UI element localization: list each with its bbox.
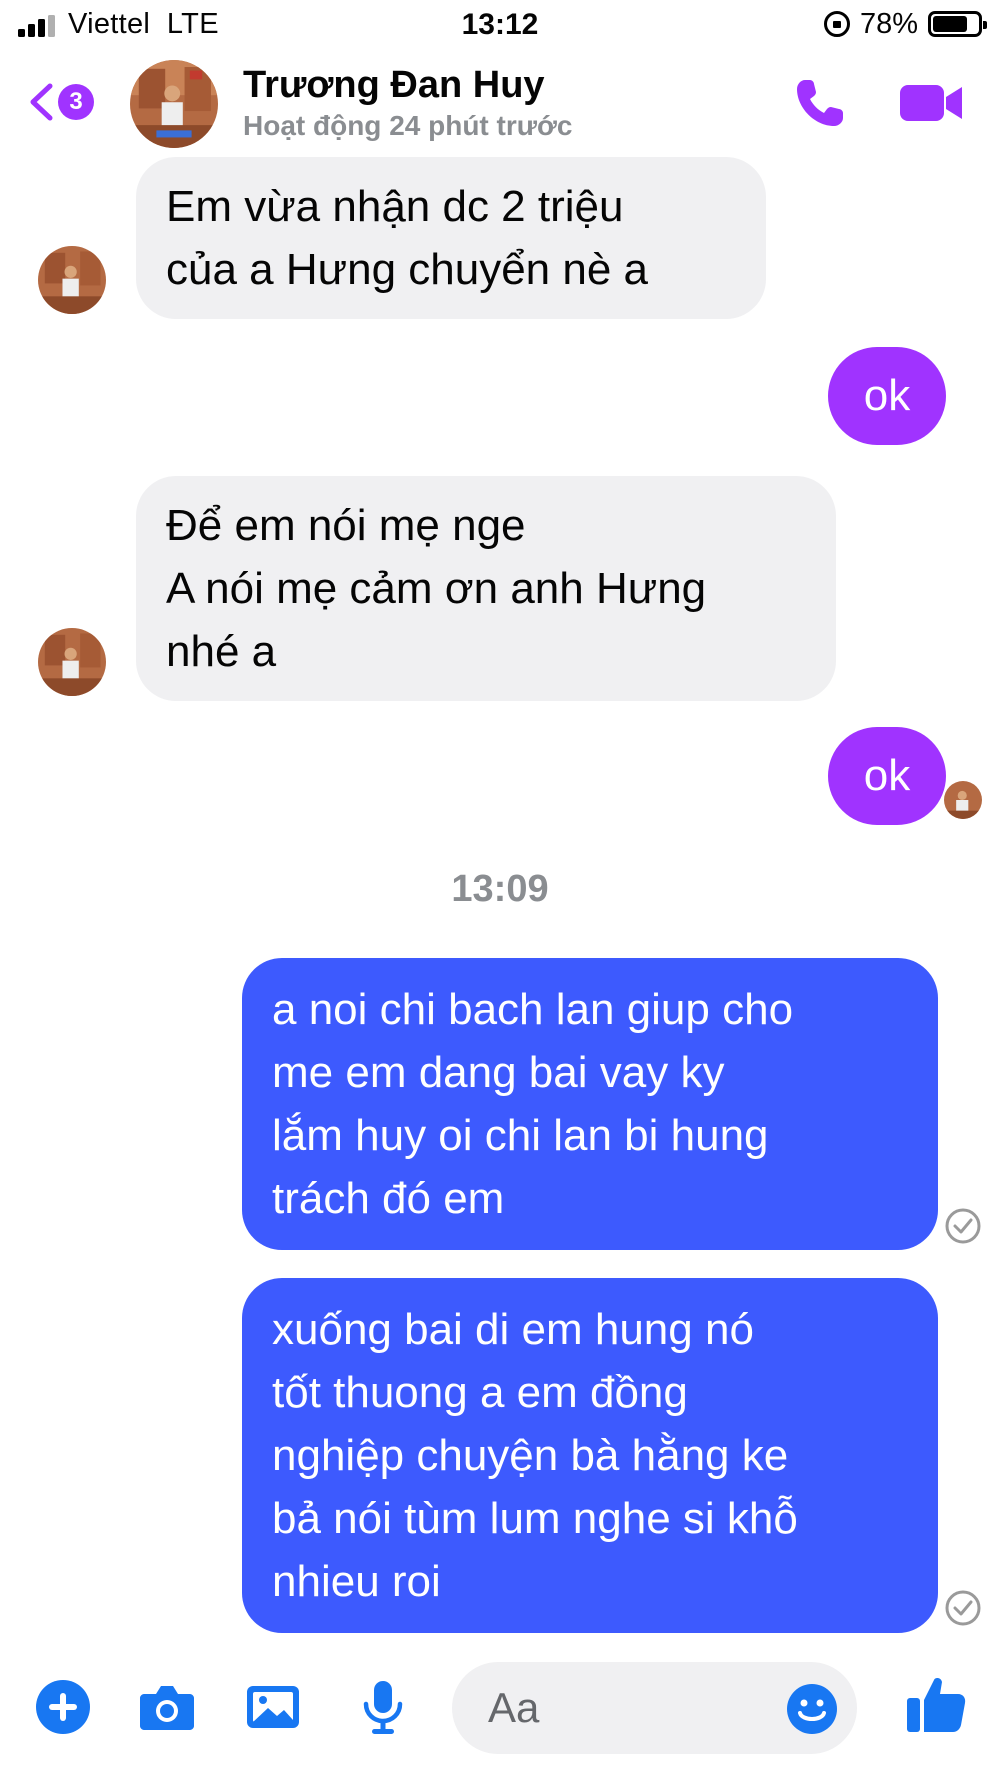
outgoing-message-bubble[interactable]: a noi chi bach lan giup cho me em dang b… bbox=[242, 958, 938, 1250]
unread-badge: 3 bbox=[58, 84, 94, 120]
outgoing-message-bubble[interactable]: xuống bai di em hung nó tốt thuong a em … bbox=[242, 1278, 938, 1633]
chevron-left-icon bbox=[30, 83, 53, 121]
camera-icon[interactable] bbox=[138, 1678, 196, 1736]
message-text: a noi chi bach lan giup cho me em dang b… bbox=[272, 985, 794, 1223]
thumbs-up-icon[interactable] bbox=[904, 1672, 968, 1736]
incoming-message-bubble[interactable]: Em vừa nhận dc 2 triệu của a Hưng chuyển… bbox=[136, 157, 766, 319]
sent-check-icon bbox=[945, 1208, 981, 1244]
sender-avatar[interactable] bbox=[38, 628, 106, 696]
video-camera-icon bbox=[900, 85, 962, 121]
avatar-photo bbox=[38, 628, 106, 696]
contact-name[interactable]: Trương Đan Huy bbox=[243, 64, 545, 107]
message-input[interactable]: Aa bbox=[452, 1662, 857, 1754]
incoming-message-bubble[interactable]: Để em nói mẹ nge A nói mẹ cảm ơn anh Hưn… bbox=[136, 476, 836, 701]
timestamp-separator: 13:09 bbox=[451, 868, 549, 910]
message-composer: Aa bbox=[0, 1650, 1000, 1760]
outgoing-message-bubble[interactable]: ok bbox=[828, 727, 946, 825]
avatar-photo bbox=[944, 781, 982, 819]
status-right-group: 78% bbox=[823, 7, 987, 41]
sender-avatar[interactable] bbox=[38, 246, 106, 314]
back-button[interactable]: 3 bbox=[28, 76, 108, 128]
outgoing-message-bubble[interactable]: ok bbox=[828, 347, 946, 445]
message-text: ok bbox=[863, 371, 911, 420]
contact-active-status: Hoạt động 24 phút trước bbox=[243, 110, 573, 141]
voice-call-button[interactable] bbox=[793, 76, 847, 130]
avatar-photo bbox=[38, 246, 106, 314]
seen-indicator-avatar bbox=[944, 781, 982, 819]
plus-icon[interactable] bbox=[34, 1678, 92, 1736]
sent-check-icon bbox=[945, 1590, 981, 1626]
avatar-photo bbox=[130, 60, 218, 148]
microphone-icon[interactable] bbox=[354, 1678, 412, 1736]
contact-avatar[interactable] bbox=[130, 60, 218, 148]
message-text: Em vừa nhận dc 2 triệu của a Hưng chuyển… bbox=[166, 182, 649, 294]
gallery-icon[interactable] bbox=[244, 1678, 302, 1736]
battery-percent: 78% bbox=[859, 7, 918, 40]
message-input-placeholder: Aa bbox=[488, 1684, 540, 1731]
chat-header: 3 Trương Đan Huy Hoạt động 24 phút trước bbox=[0, 52, 1000, 152]
message-text: xuống bai di em hung nó tốt thuong a em … bbox=[272, 1305, 798, 1606]
video-call-button[interactable] bbox=[898, 78, 964, 128]
status-bar: Viettel LTE 13:12 78% bbox=[0, 0, 1000, 52]
emoji-icon[interactable] bbox=[785, 1682, 839, 1736]
battery-icon bbox=[928, 11, 987, 37]
message-text: Để em nói mẹ nge A nói mẹ cảm ơn anh Hưn… bbox=[166, 501, 707, 676]
orientation-lock-icon bbox=[823, 11, 850, 37]
phone-icon bbox=[797, 80, 843, 126]
message-text: ok bbox=[863, 751, 911, 800]
